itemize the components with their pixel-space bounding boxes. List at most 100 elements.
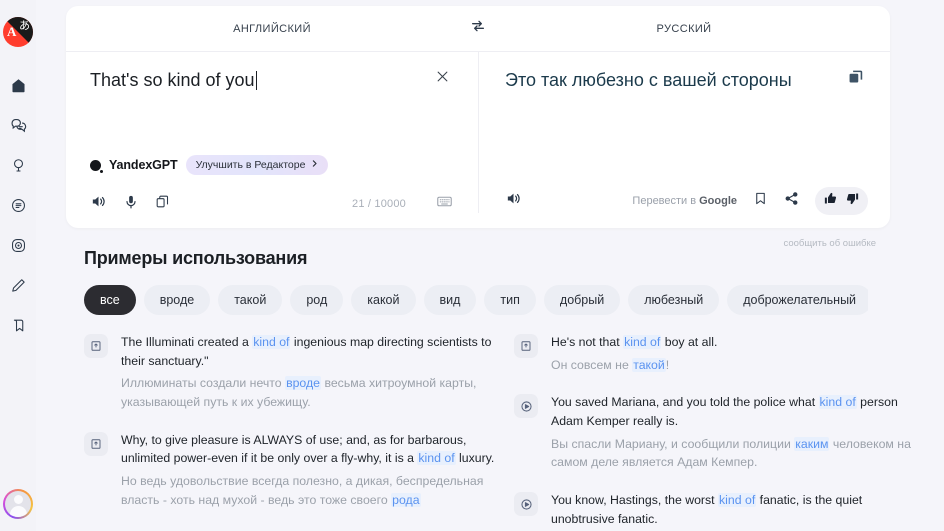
sidebar-item-chat[interactable] xyxy=(4,111,32,139)
en-highlight: kind of xyxy=(252,335,291,349)
examples-title: Примеры использования xyxy=(84,248,308,268)
swap-languages-button[interactable] xyxy=(462,12,494,45)
translate-in-google-link[interactable]: Перевести в Google xyxy=(632,195,737,207)
document-icon xyxy=(10,197,27,214)
sidebar-item-editor[interactable] xyxy=(4,271,32,299)
example-item[interactable]: He's not that kind of boy at all. Он сов… xyxy=(514,333,926,374)
copy-icon xyxy=(846,70,865,90)
example-english: Why, to give pleasure is ALWAYS of use; … xyxy=(121,431,496,468)
chevron-right-icon xyxy=(310,159,319,171)
chat-icon xyxy=(9,116,27,134)
improve-in-editor-button[interactable]: Улучшить в Редакторе xyxy=(185,155,329,175)
yandexgpt-label: YandexGPT xyxy=(109,158,178,172)
copy-icon xyxy=(155,194,170,214)
translated-text: Это так любезно с вашей стороны xyxy=(505,70,792,90)
logo-letter-jp: あ xyxy=(19,19,30,32)
filter-chip-lyubeznyy[interactable]: любезный xyxy=(628,285,720,315)
source-pane: That's so kind of you YandexGPT Улучшить… xyxy=(66,52,475,227)
target-toolbar: Перевести в Google xyxy=(505,187,868,215)
filter-chip-kakoy[interactable]: какой xyxy=(351,285,416,315)
yandexgpt-logo-icon xyxy=(90,159,103,173)
logo-letter-a: A xyxy=(7,24,17,39)
example-item[interactable]: You saved Mariana, and you told the poli… xyxy=(514,393,926,472)
sidebar-item-home[interactable] xyxy=(4,71,32,99)
filter-chip-vrode[interactable]: вроде xyxy=(143,285,211,315)
book-icon xyxy=(514,334,538,358)
video-icon xyxy=(514,492,538,517)
example-body: You saved Mariana, and you told the poli… xyxy=(551,393,926,472)
example-body: The Illuminati created a kind of ingenio… xyxy=(121,333,496,412)
example-item[interactable]: Why, to give pleasure is ALWAYS of use; … xyxy=(84,431,496,510)
en-pre: The Illuminati created a xyxy=(121,335,253,349)
en-post: luxury. xyxy=(455,451,495,466)
like-button[interactable] xyxy=(823,191,838,211)
en-post: boy at all. xyxy=(661,335,718,349)
sidebar-item-media[interactable] xyxy=(4,231,32,259)
target-speak-button[interactable] xyxy=(505,190,522,212)
source-copy-button[interactable] xyxy=(155,194,170,214)
en-highlight: kind of xyxy=(718,493,757,508)
example-body: Why, to give pleasure is ALWAYS of use; … xyxy=(121,431,496,510)
home-icon xyxy=(10,77,27,94)
speaker-icon xyxy=(90,193,107,215)
source-language-selector[interactable]: АНГЛИЙСКИЙ xyxy=(66,6,478,51)
rating-group xyxy=(815,187,868,215)
thumbs-down-icon xyxy=(845,191,860,211)
dislike-button[interactable] xyxy=(845,191,860,211)
ru-highlight: каким xyxy=(794,436,830,451)
keyboard-icon xyxy=(436,193,453,215)
share-button[interactable] xyxy=(784,191,799,211)
microphone-button[interactable] xyxy=(123,194,139,215)
examples-right-column: He's not that kind of boy at all. Он сов… xyxy=(496,333,926,531)
translator-app: A あ АНГЛИЙСКИЙ РУССКИЙ That's so kind of… xyxy=(0,0,944,531)
disc-icon xyxy=(10,237,27,254)
en-pre: You know, Hastings, the worst xyxy=(551,493,719,508)
sidebar-item-documents[interactable] xyxy=(4,191,32,219)
example-english: He's not that kind of boy at all. xyxy=(551,333,926,352)
pencil-icon xyxy=(10,277,27,294)
examples-columns: The Illuminati created a kind of ingenio… xyxy=(66,333,926,531)
en-pre: Why, to give pleasure is ALWAYS of use; … xyxy=(121,432,467,466)
source-speak-button[interactable] xyxy=(90,193,107,215)
en-pre: You saved Mariana, and you told the poli… xyxy=(551,395,819,410)
filter-chip-dobryy[interactable]: добрый xyxy=(543,285,621,315)
examples-left-column: The Illuminati created a kind of ingenio… xyxy=(66,333,496,531)
sidebar-item-collections[interactable] xyxy=(4,311,32,339)
ru-post: ! xyxy=(665,357,670,372)
user-avatar[interactable] xyxy=(3,489,33,519)
filter-chip-dobrozhelatelnyy[interactable]: доброжелательный xyxy=(727,285,868,315)
sidebar: A あ xyxy=(0,0,36,531)
translator-card: АНГЛИЙСКИЙ РУССКИЙ That's so kind of you xyxy=(66,6,890,249)
lightbulb-icon xyxy=(10,157,27,174)
book-icon xyxy=(84,431,108,456)
filter-chip-takoy[interactable]: такой xyxy=(218,285,283,315)
source-text-input[interactable]: That's so kind of you xyxy=(90,68,453,92)
google-label: Google xyxy=(699,195,737,207)
en-highlight: kind of xyxy=(818,395,857,410)
example-item[interactable]: The Illuminati created a kind of ingenio… xyxy=(84,333,496,412)
translation-panes: That's so kind of you YandexGPT Улучшить… xyxy=(66,52,890,227)
virtual-keyboard-button[interactable] xyxy=(436,193,453,215)
ru-highlight: вроде xyxy=(285,376,322,391)
copy-translation-button[interactable] xyxy=(846,67,866,87)
example-english: The Illuminati created a kind of ingenio… xyxy=(121,333,496,370)
yandex-translate-logo[interactable]: A あ xyxy=(3,17,33,47)
ru-highlight: такой xyxy=(632,357,666,372)
bookmark-translation-button[interactable] xyxy=(753,191,768,211)
filter-chip-vse[interactable]: все xyxy=(84,285,136,315)
en-highlight: kind of xyxy=(623,335,662,349)
ru-pre: Он совсем не xyxy=(551,357,633,372)
share-icon xyxy=(784,191,799,211)
example-item[interactable]: You know, Hastings, the worst kind of fa… xyxy=(514,491,926,528)
sidebar-item-ideas[interactable] xyxy=(4,151,32,179)
filter-chip-rod[interactable]: род xyxy=(290,285,344,315)
example-body: He's not that kind of boy at all. Он сов… xyxy=(551,333,926,374)
ru-pre: Иллюминаты создали нечто xyxy=(121,376,286,391)
filter-chip-tip[interactable]: тип xyxy=(484,285,536,315)
example-english: You saved Mariana, and you told the poli… xyxy=(551,393,926,430)
microphone-icon xyxy=(123,194,139,215)
clear-source-button[interactable] xyxy=(431,68,453,90)
target-language-selector[interactable]: РУССКИЙ xyxy=(478,6,890,51)
yandexgpt-row: YandexGPT Улучшить в Редакторе xyxy=(90,155,329,175)
filter-chip-vid[interactable]: вид xyxy=(423,285,477,315)
